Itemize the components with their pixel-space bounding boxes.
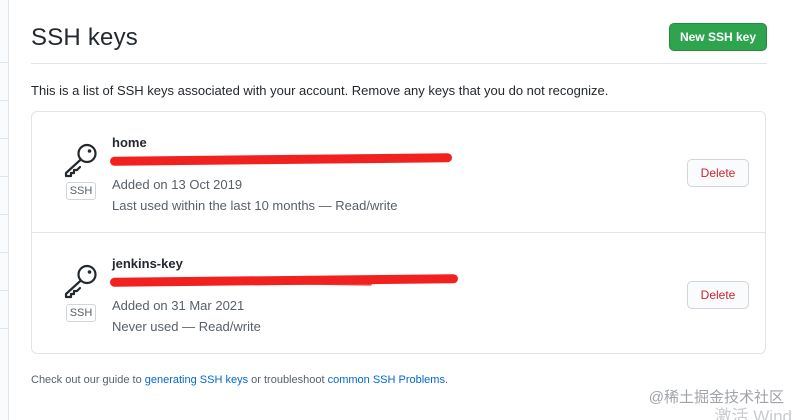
key-fingerprint <box>109 274 459 288</box>
page-header: SSH keys New SSH key <box>31 20 767 64</box>
key-added-date: Added on 31 Mar 2021 <box>112 298 245 313</box>
ssh-key-list: SSH home Added on 13 Oct 2019 Last used … <box>31 111 766 354</box>
key-fingerprint <box>109 153 453 167</box>
footer-suffix: . <box>444 374 449 386</box>
windows-activation-watermark: 激活 Wind <box>714 407 792 420</box>
ssh-badge: SSH <box>66 304 96 322</box>
footer-middle: or troubleshoot <box>248 374 328 386</box>
help-footer: Check out our guide to generating SSH ke… <box>31 374 448 386</box>
key-icon <box>64 264 97 299</box>
ssh-badge: SSH <box>66 182 96 200</box>
delete-key-button[interactable]: Delete <box>687 159 749 187</box>
key-title: jenkins-key <box>112 256 183 271</box>
key-added-date: Added on 13 Oct 2019 <box>112 177 243 192</box>
ssh-key-row: SSH jenkins-key Added on 31 Mar 2021 Nev… <box>32 233 765 354</box>
generating-ssh-keys-link[interactable]: generating SSH keys <box>145 374 248 386</box>
ssh-key-row: SSH home Added on 13 Oct 2019 Last used … <box>32 112 765 233</box>
left-sidebar-edge <box>0 0 9 420</box>
new-ssh-key-button[interactable]: New SSH key <box>669 23 767 51</box>
key-last-used: Never used — Read/write <box>112 319 261 334</box>
delete-key-button[interactable]: Delete <box>687 281 749 309</box>
key-last-used: Last used within the last 10 months — Re… <box>112 198 398 213</box>
page-title: SSH keys <box>31 24 138 51</box>
intro-text: This is a list of SSH keys associated wi… <box>31 83 609 98</box>
redaction-mark <box>109 153 453 166</box>
key-icon <box>64 143 97 178</box>
common-ssh-problems-link[interactable]: common SSH Problems <box>328 374 445 386</box>
key-title: home <box>112 135 147 150</box>
footer-prefix: Check out our guide to <box>31 374 145 386</box>
